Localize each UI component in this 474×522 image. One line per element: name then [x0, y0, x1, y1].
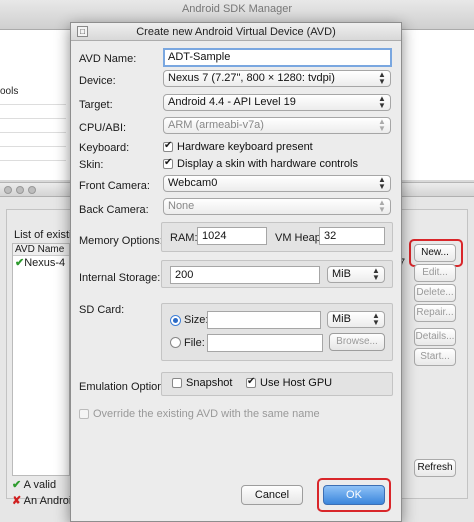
use-host-gpu-checkbox[interactable] — [246, 376, 256, 388]
snapshot-label: Snapshot — [186, 377, 233, 389]
memory-options-label: Memory Options: — [79, 235, 163, 247]
sdk-tools-row[interactable]: ools — [0, 86, 18, 100]
sdk-manager-title: Android SDK Manager — [181, 3, 293, 15]
edit-avd-button[interactable]: Edit... — [414, 264, 456, 282]
refresh-button[interactable]: Refresh — [414, 459, 456, 477]
internal-storage-unit-value: MiB — [332, 268, 351, 280]
updown-arrow-icon: ▲ ▼ — [378, 70, 386, 86]
target-select[interactable]: Android 4.4 - API Level 19 ▲ ▼ — [163, 94, 391, 111]
row-divider — [0, 160, 66, 161]
use-host-gpu-label: Use Host GPU — [260, 377, 333, 389]
repair-avd-button[interactable]: Repair... — [414, 304, 456, 322]
sd-size-unit-select[interactable]: MiB ▲ ▼ — [327, 311, 385, 328]
hardware-keyboard-label: Hardware keyboard present — [177, 141, 313, 153]
sd-size-radio[interactable] — [170, 315, 181, 326]
device-select[interactable]: Nexus 7 (7.27", 800 × 1280: tvdpi) ▲ ▼ — [163, 70, 391, 87]
dialog-titlebar: □ Create new Android Virtual Device (AVD… — [71, 23, 401, 41]
avd-row-name: Nexus-4 — [24, 257, 66, 269]
avd-table-header[interactable]: AVD Name — [13, 244, 69, 256]
updown-arrow-icon: ▲ ▼ — [378, 117, 386, 133]
row-divider — [0, 104, 66, 105]
internal-storage-unit-select[interactable]: MiB ▲ ▼ — [327, 266, 385, 283]
zoom-window-icon[interactable] — [28, 186, 36, 194]
start-avd-button[interactable]: Start... — [414, 348, 456, 366]
avd-name-label: AVD Name: — [79, 53, 137, 65]
row-divider — [0, 118, 66, 119]
cpu-abi-select[interactable]: ARM (armeabi-v7a) ▲ ▼ — [163, 117, 391, 134]
front-camera-select[interactable]: Webcam0 ▲ ▼ — [163, 175, 391, 192]
row-divider — [0, 146, 66, 147]
new-button-highlight — [409, 239, 463, 267]
close-window-icon[interactable] — [4, 186, 12, 194]
sd-size-input[interactable] — [207, 311, 321, 329]
back-camera-value: None — [168, 200, 195, 212]
internal-storage-label: Internal Storage: — [79, 272, 161, 284]
sd-file-label: File: — [184, 337, 205, 349]
updown-arrow-icon: ▲ ▼ — [378, 94, 386, 110]
target-label: Target: — [79, 99, 113, 111]
ok-button-highlight — [317, 478, 391, 512]
display-skin-label: Display a skin with hardware controls — [177, 158, 358, 170]
vm-heap-input[interactable]: 32 — [319, 227, 385, 245]
avd-name-input[interactable]: ADT-Sample — [163, 48, 392, 67]
valid-check-icon: ✔ — [12, 479, 22, 491]
sd-size-unit-value: MiB — [332, 313, 351, 325]
updown-arrow-icon: ▲ ▼ — [378, 175, 386, 191]
internal-storage-input[interactable]: 200 — [170, 266, 320, 284]
override-checkbox[interactable] — [79, 409, 89, 419]
sd-file-input[interactable] — [207, 334, 323, 352]
create-avd-dialog: □ Create new Android Virtual Device (AVD… — [70, 22, 402, 522]
sd-card-label: SD Card: — [79, 304, 125, 316]
updown-arrow-icon: ▲ ▼ — [378, 198, 386, 214]
sd-size-label: Size: — [184, 314, 209, 326]
avd-row[interactable]: ✔Nexus-4 — [13, 256, 69, 270]
override-label: Override the existing AVD with the same … — [93, 408, 320, 420]
cpu-abi-label: CPU/ABI: — [79, 122, 127, 134]
updown-arrow-icon: ▲ ▼ — [372, 266, 380, 282]
target-select-value: Android 4.4 - API Level 19 — [168, 96, 296, 108]
hardware-keyboard-checkbox[interactable] — [163, 140, 173, 152]
legend-invalid-text: An Androi — [23, 495, 72, 507]
invalid-cross-icon: ✘ — [12, 495, 22, 507]
vm-heap-label: VM Heap: — [275, 232, 324, 244]
front-camera-value: Webcam0 — [168, 177, 218, 189]
legend-valid-text: A valid — [23, 479, 57, 491]
row-divider — [0, 132, 66, 133]
browse-button[interactable]: Browse... — [329, 333, 385, 351]
snapshot-checkbox[interactable] — [172, 378, 182, 388]
dialog-title: Create new Android Virtual Device (AVD) — [136, 26, 336, 38]
display-skin-checkbox[interactable] — [163, 157, 173, 169]
device-select-value: Nexus 7 (7.27", 800 × 1280: tvdpi) — [168, 72, 335, 84]
front-camera-label: Front Camera: — [79, 180, 150, 192]
minimize-window-icon[interactable] — [16, 186, 24, 194]
details-avd-button[interactable]: Details... — [414, 328, 456, 346]
skin-label: Skin: — [79, 159, 104, 171]
avd-table: AVD Name ✔Nexus-4 — [12, 243, 70, 476]
back-camera-label: Back Camera: — [79, 204, 149, 216]
ram-input[interactable]: 1024 — [197, 227, 267, 245]
back-camera-select[interactable]: None ▲ ▼ — [163, 198, 391, 215]
cancel-button[interactable]: Cancel — [241, 485, 303, 505]
cpu-abi-select-value: ARM (armeabi-v7a) — [168, 119, 264, 131]
emulation-options-label: Emulation Options: — [79, 381, 172, 393]
device-label: Device: — [79, 75, 116, 87]
legend-invalid: ✘ An Androi — [12, 494, 71, 507]
sd-file-radio[interactable] — [170, 337, 181, 348]
ram-label: RAM: — [170, 232, 198, 244]
updown-arrow-icon: ▲ ▼ — [372, 311, 380, 327]
valid-check-icon: ✔ — [15, 257, 25, 269]
legend-valid: ✔ A valid — [12, 478, 56, 491]
keyboard-label: Keyboard: — [79, 142, 130, 154]
delete-avd-button[interactable]: Delete... — [414, 284, 456, 302]
